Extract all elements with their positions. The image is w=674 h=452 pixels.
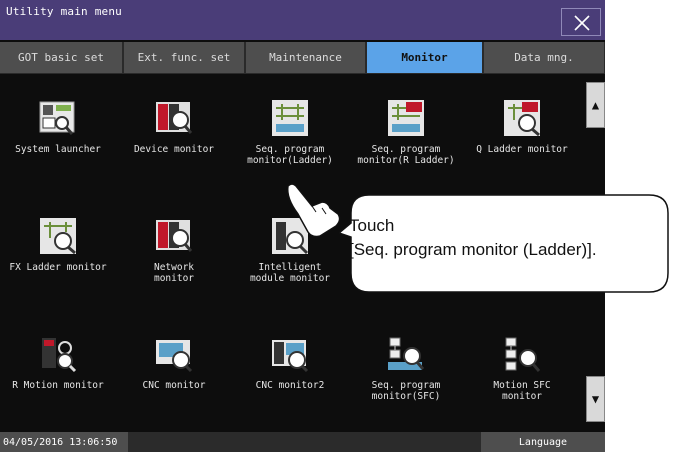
system-launcher-icon: [39, 101, 75, 135]
seq-ladder-icon: [272, 100, 308, 136]
app-device-monitor[interactable]: Device monitor: [116, 80, 232, 180]
language-button[interactable]: Language: [481, 432, 605, 452]
seq-r-ladder-icon: [388, 100, 424, 136]
app-label: Device monitor: [133, 144, 215, 155]
callout-text: Touch [Seq. program monitor (Ladder)].: [349, 216, 597, 259]
tab-bar: GOT basic set Ext. func. set Maintenance…: [0, 42, 605, 74]
app-fx-ladder-monitor[interactable]: FX Ladder monitor: [0, 198, 116, 298]
app-q-ladder-monitor[interactable]: Q Ladder monitor: [464, 80, 580, 180]
app-motion-sfc-monitor[interactable]: Motion SFC monitor: [464, 316, 580, 416]
seq-sfc-icon: [388, 337, 425, 370]
close-button[interactable]: [561, 8, 601, 36]
network-monitor-icon: [156, 220, 193, 252]
device-monitor-icon: [156, 102, 193, 134]
tab-maintenance[interactable]: Maintenance: [246, 42, 366, 73]
app-label: Seq. program monitor(SFC): [371, 380, 441, 402]
fx-ladder-icon: [40, 218, 76, 255]
app-label: CNC monitor: [142, 380, 206, 391]
app-seq-program-monitor-ladder[interactable]: Seq. program monitor(Ladder): [232, 80, 348, 180]
app-system-launcher[interactable]: System launcher: [0, 80, 116, 180]
arrow-up-icon: ▲: [591, 98, 600, 112]
window-title: Utility main menu: [6, 5, 122, 18]
scroll-down-button[interactable]: ▼: [586, 376, 605, 422]
arrow-down-icon: ▼: [591, 392, 600, 406]
q-ladder-icon: [504, 100, 540, 137]
clock: 04/05/2016 13:06:50: [0, 432, 128, 452]
motion-sfc-icon: [505, 337, 541, 372]
app-label: CNC monitor2: [255, 380, 325, 391]
r-motion-icon: [42, 338, 77, 373]
close-icon: [574, 15, 590, 31]
app-label: Q Ladder monitor: [476, 144, 568, 155]
title-bar: Utility main menu: [0, 0, 605, 40]
app-seq-program-monitor-sfc[interactable]: Seq. program monitor(SFC): [348, 316, 464, 416]
app-label: Network monitor: [153, 262, 195, 284]
app-label: FX Ladder monitor: [9, 262, 107, 273]
app-seq-program-monitor-r-ladder[interactable]: Seq. program monitor(R Ladder): [348, 80, 464, 180]
app-label: Seq. program monitor(Ladder): [247, 144, 333, 166]
tab-data-mng[interactable]: Data mng.: [484, 42, 605, 73]
app-network-monitor[interactable]: Network monitor: [116, 198, 232, 298]
app-cnc-monitor2[interactable]: CNC monitor2: [232, 316, 348, 416]
app-r-motion-monitor[interactable]: R Motion monitor: [0, 316, 116, 416]
app-label: System launcher: [15, 144, 101, 155]
tab-monitor[interactable]: Monitor: [367, 42, 483, 73]
tab-ext-func-set[interactable]: Ext. func. set: [124, 42, 245, 73]
cnc-monitor-icon: [156, 340, 193, 373]
app-label: Intelligent module monitor: [249, 262, 331, 284]
status-bar: 04/05/2016 13:06:50 Language: [0, 432, 605, 452]
app-label: Motion SFC monitor: [493, 380, 551, 402]
tab-got-basic-set[interactable]: GOT basic set: [0, 42, 123, 73]
app-cnc-monitor[interactable]: CNC monitor: [116, 316, 232, 416]
app-label: Seq. program monitor(R Ladder): [357, 144, 455, 166]
cnc-monitor2-icon: [272, 340, 309, 373]
scroll-up-button[interactable]: ▲: [586, 82, 605, 128]
app-label: R Motion monitor: [12, 380, 104, 391]
